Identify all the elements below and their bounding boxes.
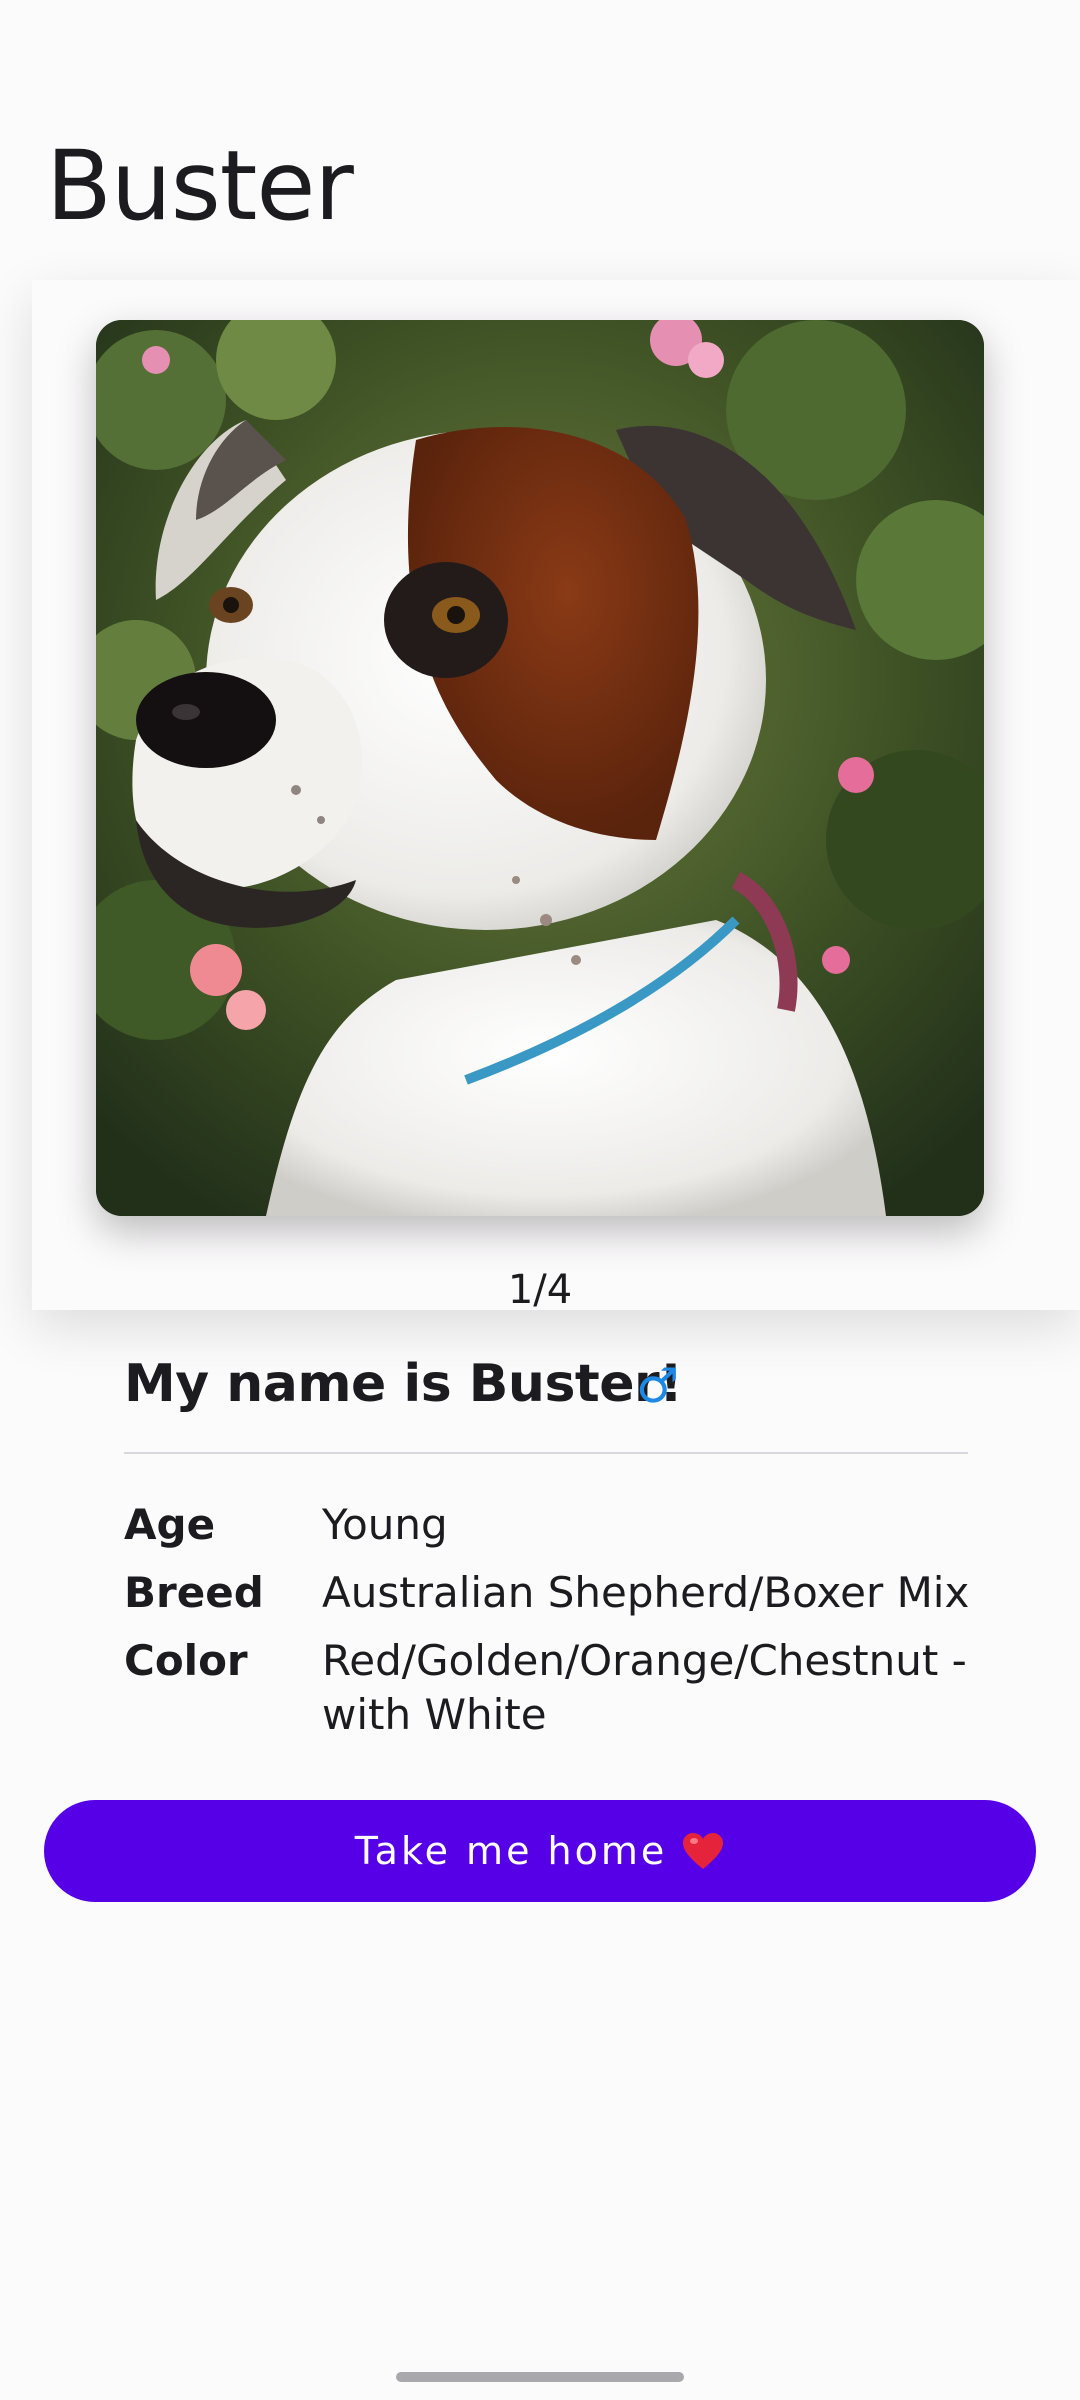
carousel-page-indicator: 1/4 (507, 1267, 573, 1313)
take-me-home-label: Take me home (354, 1829, 668, 1873)
take-me-home-button[interactable]: Take me home (44, 1800, 1036, 1902)
detail-label: Color (124, 1636, 248, 1685)
dog-image (96, 320, 984, 1216)
pet-details: Age Young Breed Australian Shepherd/Boxe… (124, 1498, 984, 1756)
page-title: Buster (46, 130, 354, 242)
detail-row-color: Color Red/Golden/Orange/Chestnut - with … (124, 1634, 984, 1742)
divider (124, 1452, 968, 1454)
pet-photo[interactable] (96, 320, 984, 1216)
detail-row-breed: Breed Australian Shepherd/Boxer Mix (124, 1566, 984, 1620)
detail-value: Red/Golden/Orange/Chestnut - with White (322, 1636, 967, 1739)
male-gender-icon: ♂ (636, 1358, 680, 1414)
detail-value: Australian Shepherd/Boxer Mix (322, 1568, 970, 1617)
home-indicator[interactable] (396, 2372, 684, 2382)
heart-icon (683, 1833, 724, 1869)
detail-label: Age (124, 1500, 216, 1549)
detail-label: Breed (124, 1568, 264, 1617)
detail-row-age: Age Young (124, 1498, 984, 1552)
pet-name-heading: My name is Buster! (124, 1354, 683, 1414)
detail-value: Young (322, 1500, 448, 1549)
